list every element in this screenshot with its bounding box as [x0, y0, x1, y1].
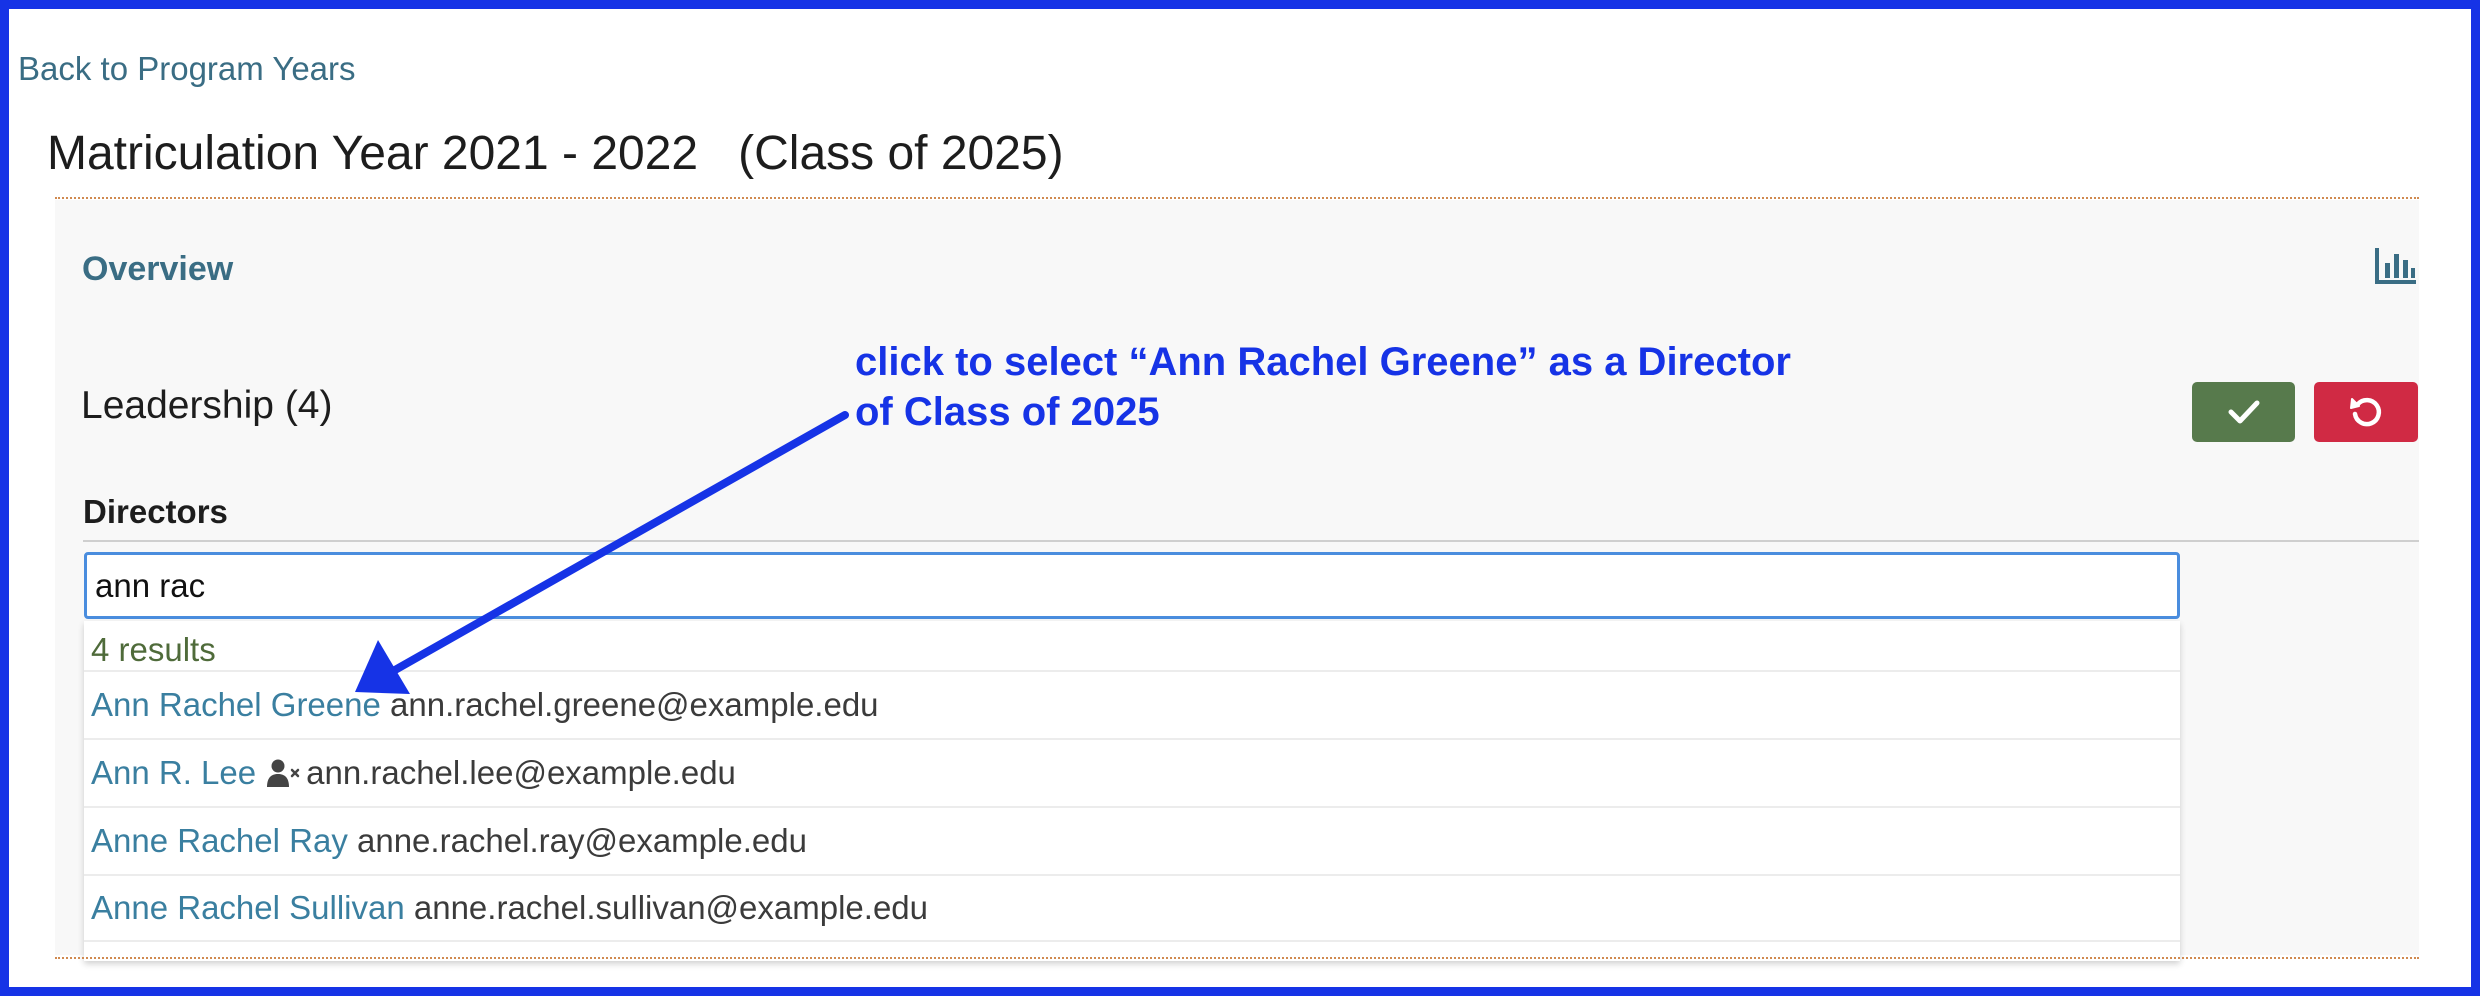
result-item-ann-r-lee[interactable]: Ann R. Lee ann.rachel.lee@example.edu [84, 738, 2180, 806]
save-button[interactable] [2192, 382, 2295, 442]
result-item-anne-rachel-ray[interactable]: Anne Rachel Ray anne.rachel.ray@example.… [84, 806, 2180, 874]
search-results-dropdown: 4 results Ann Rachel Greene ann.rachel.g… [84, 621, 2180, 961]
result-email: anne.rachel.sullivan@example.edu [413, 889, 929, 926]
leadership-heading: Leadership (4) [81, 384, 333, 427]
result-email: ann.rachel.greene@example.edu [390, 686, 879, 723]
overview-link[interactable]: Overview [82, 250, 233, 289]
cancel-button[interactable] [2314, 382, 2418, 442]
result-email: anne.rachel.ray@example.edu [357, 822, 807, 859]
directors-label: Directors [83, 493, 228, 530]
directors-divider [83, 540, 2419, 542]
undo-icon [2350, 397, 2382, 427]
result-item-anne-rachel-sullivan[interactable]: Anne Rachel Sullivan anne.rachel.sulliva… [84, 874, 2180, 942]
checkmark-icon [2228, 400, 2259, 424]
page-title: Matriculation Year 2021 - 2022 (Class of… [47, 127, 1064, 180]
result-item-ann-rachel-greene[interactable]: Ann Rachel Greene ann.rachel.greene@exam… [84, 670, 2180, 738]
back-to-program-years-link[interactable]: Back to Program Years [18, 50, 356, 88]
annotation-line-2: of Class of 2025 [855, 390, 1160, 434]
result-name: Ann Rachel Greene [91, 686, 381, 723]
director-search-input[interactable] [84, 552, 2180, 619]
section-divider-bottom [55, 957, 2419, 959]
user-disabled-icon [267, 759, 300, 787]
result-name: Anne Rachel Sullivan [91, 889, 405, 926]
section-divider [55, 197, 2419, 199]
result-name: Anne Rachel Ray [91, 822, 348, 859]
annotation-line-1: click to select “Ann Rachel Greene” as a… [855, 340, 1791, 384]
result-name: Ann R. Lee [91, 754, 257, 791]
tutorial-annotation: click to select “Ann Rachel Greene” as a… [855, 337, 1791, 437]
result-email: ann.rachel.lee@example.edu [306, 754, 736, 791]
bar-chart-icon[interactable] [2374, 246, 2418, 286]
